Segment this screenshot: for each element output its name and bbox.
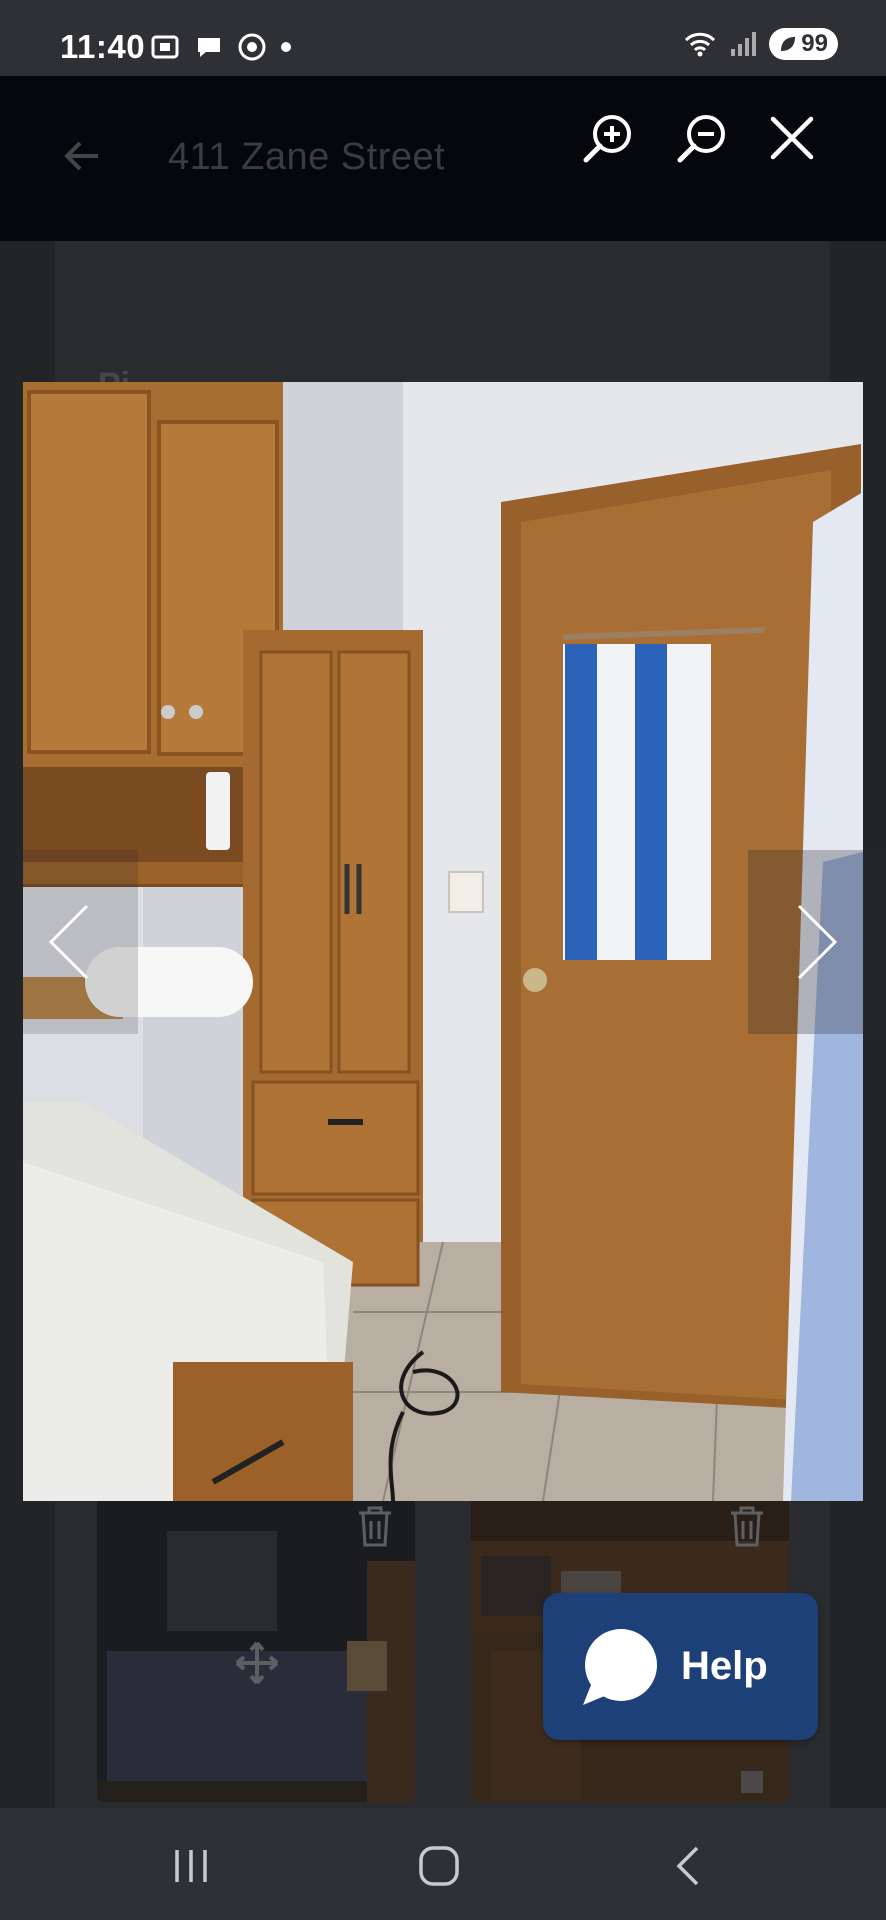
leaf-icon	[781, 37, 796, 51]
system-icons: 99	[683, 28, 838, 60]
screenshot-icon	[151, 35, 179, 59]
dot-icon	[281, 42, 291, 52]
recent-apps-button[interactable]	[151, 1836, 231, 1896]
status-bar: 11:40 99	[0, 0, 886, 76]
wifi-icon	[685, 32, 716, 57]
photo-thumbnail-bedroom[interactable]	[97, 1501, 415, 1802]
chrome-icon	[238, 33, 266, 61]
gallery-photo[interactable]: avail	[23, 382, 863, 1501]
system-back-button[interactable]	[648, 1836, 728, 1896]
delete-photo-icon[interactable]	[727, 1505, 767, 1549]
close-viewer-button[interactable]	[764, 110, 820, 166]
page-title: 411 Zane Street	[168, 136, 446, 178]
home-button[interactable]	[399, 1836, 479, 1896]
zoom-in-icon	[583, 115, 631, 163]
home-icon	[419, 1846, 459, 1886]
zoom-out-button[interactable]	[674, 110, 730, 166]
chat-bubble-icon	[583, 1628, 657, 1705]
back-chevron-icon	[676, 1846, 699, 1886]
back-arrow-icon	[64, 141, 98, 171]
chat-bubble-icon	[198, 38, 220, 57]
bathroom-photo	[23, 382, 863, 1501]
next-photo-button[interactable]	[748, 850, 886, 1034]
help-label: Help	[681, 1644, 768, 1688]
signal-icon	[731, 32, 757, 56]
chevron-left-icon	[48, 904, 89, 980]
help-chat-button[interactable]: Help	[543, 1593, 818, 1740]
notification-icons	[150, 32, 292, 62]
zoom-out-icon	[677, 115, 725, 163]
chevron-right-icon	[797, 904, 838, 980]
status-time: 11:40	[60, 28, 146, 65]
previous-photo-button[interactable]	[0, 850, 138, 1034]
screen: 11:40 99 411 Zane Street Pi	[0, 0, 886, 1920]
system-nav-bar	[0, 1808, 886, 1920]
delete-photo-icon[interactable]	[355, 1505, 395, 1549]
battery-indicator: 99	[769, 28, 838, 60]
close-icon	[770, 116, 814, 160]
zoom-in-button[interactable]	[580, 110, 636, 166]
move-drag-icon[interactable]	[233, 1639, 281, 1687]
recent-apps-icon	[175, 1850, 207, 1882]
battery-level: 99	[801, 30, 828, 57]
